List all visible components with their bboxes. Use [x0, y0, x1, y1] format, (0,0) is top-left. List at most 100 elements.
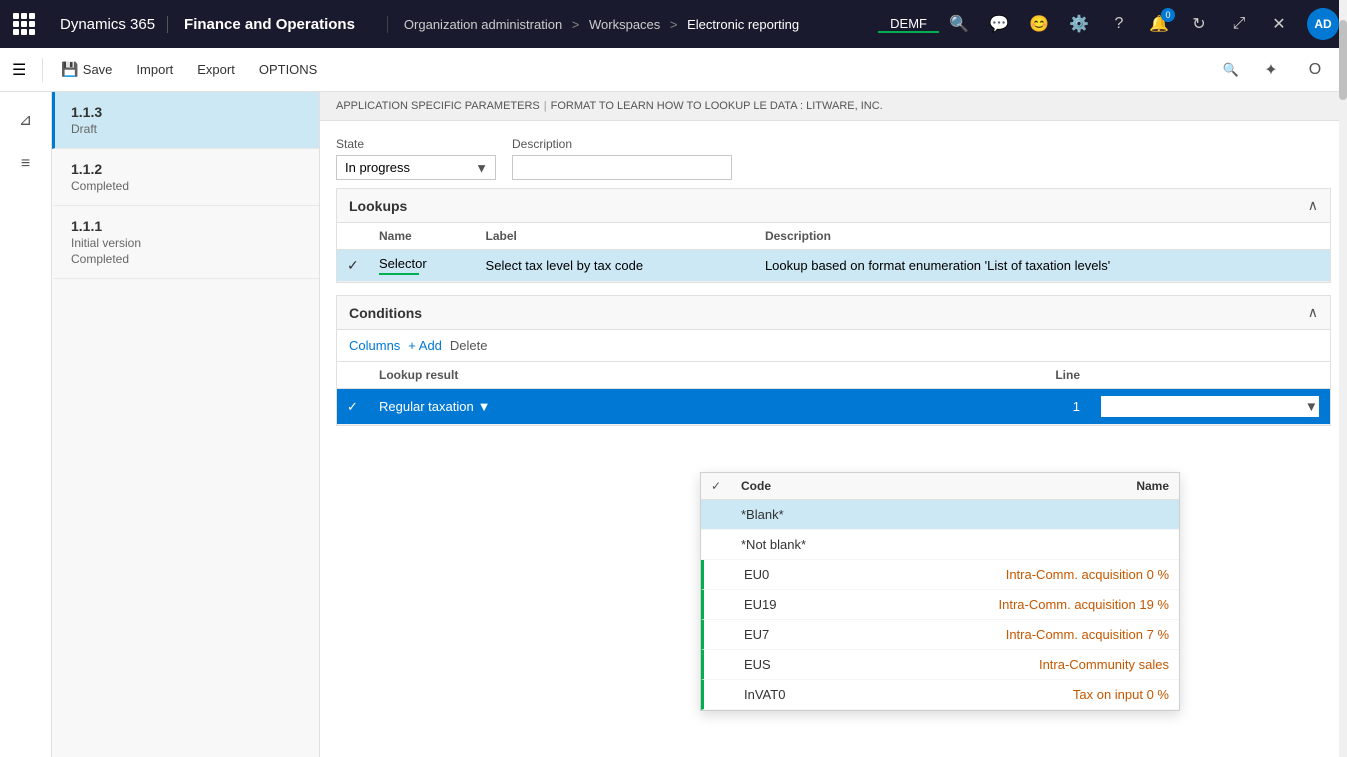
conditions-table: Lookup result Line ✓ Regular taxation: [337, 362, 1330, 425]
conditions-table-head: Lookup result Line: [337, 362, 1330, 389]
state-select[interactable]: In progress Completed: [336, 155, 496, 180]
export-button[interactable]: Export: [187, 58, 245, 81]
main-layout: ⊿ ≡ 1.1.3 Draft 1.1.2 Completed 1.1.1 In…: [0, 92, 1347, 757]
description-input[interactable]: [512, 155, 732, 180]
breadcrumb-org-admin[interactable]: Organization administration: [404, 17, 562, 32]
search-icon-btn[interactable]: 🔍: [939, 0, 979, 48]
toolbar-settings-icon[interactable]: ✦: [1251, 46, 1291, 94]
conditions-collapse-icon[interactable]: ∧: [1308, 304, 1318, 321]
expand-icon-btn[interactable]: ⤢: [1219, 0, 1259, 48]
page-breadcrumb: APPLICATION SPECIFIC PARAMETERS | FORMAT…: [320, 92, 1347, 121]
version-status-111-line1: Initial version: [71, 236, 303, 250]
dropdown-items-list: *Blank* *Not blank* EU0 Intra-Comm. acqu…: [701, 500, 1179, 710]
gear-icon-btn[interactable]: ⚙️: [1059, 0, 1099, 48]
check-mark-icon: ✓: [347, 257, 359, 273]
right-scrollbar[interactable]: [1339, 0, 1347, 757]
list-item[interactable]: EU0 Intra-Comm. acquisition 0 %: [701, 560, 1179, 590]
delete-label: Delete: [450, 338, 488, 353]
table-row[interactable]: ✓ Regular taxation ▼ 1 ▼: [337, 389, 1330, 425]
dropdown-item-code-6: InVAT0: [744, 687, 914, 702]
dropdown-item-name-4: Intra-Comm. acquisition 7 %: [914, 627, 1169, 642]
breadcrumb-part1: APPLICATION SPECIFIC PARAMETERS: [336, 100, 540, 112]
version-item-112[interactable]: 1.1.2 Completed: [52, 149, 319, 206]
lookups-section-header: Lookups ∧: [337, 189, 1330, 223]
dropdown-item-name-3: Intra-Comm. acquisition 19 %: [914, 597, 1169, 612]
notification-btn[interactable]: 🔔 0: [1139, 0, 1179, 48]
list-item[interactable]: *Blank*: [701, 500, 1179, 530]
cond-row-lookup: Regular taxation ▼: [369, 389, 1030, 425]
inline-input-wrap: ▼: [1100, 395, 1320, 418]
table-row[interactable]: ✓ Selector Select tax level by tax code …: [337, 250, 1330, 282]
dropdown-popup: ✓ Code Name *Blank* *Not blank*: [700, 472, 1180, 711]
inline-dropdown-btn[interactable]: ▼: [1305, 399, 1318, 414]
columns-button[interactable]: Columns: [349, 338, 400, 353]
environment-label: DEMF: [878, 16, 939, 33]
settings-icon-btn[interactable]: 😊: [1019, 0, 1059, 48]
columns-label: Columns: [349, 338, 400, 353]
lookups-header-row: Name Label Description: [337, 223, 1330, 250]
version-item-111[interactable]: 1.1.1 Initial version Completed: [52, 206, 319, 279]
lookups-table-body: ✓ Selector Select tax level by tax code …: [337, 250, 1330, 282]
sidebar-filter-icon[interactable]: ⊿: [6, 100, 46, 140]
version-item-113[interactable]: 1.1.3 Draft: [52, 92, 319, 149]
lookups-col-check: [337, 223, 369, 250]
cond-row-check: ✓: [337, 389, 369, 425]
comment-icon-btn[interactable]: 💬: [979, 0, 1019, 48]
hamburger-icon[interactable]: ☰: [12, 60, 26, 80]
lookups-collapse-icon[interactable]: ∧: [1308, 197, 1318, 214]
row-name-cell: Selector: [369, 250, 476, 282]
toolbar: ☰ 💾 Save Import Export OPTIONS 🔍 ✦ O: [0, 48, 1347, 92]
refresh-icon-btn[interactable]: ↻: [1179, 0, 1219, 48]
breadcrumb-workspaces[interactable]: Workspaces: [589, 17, 660, 32]
cond-row-input-cell: ▼: [1090, 389, 1330, 425]
condition-value-input[interactable]: [1100, 395, 1320, 418]
dropdown-item-code-0: *Blank*: [741, 507, 912, 522]
export-label: Export: [197, 62, 235, 77]
breadcrumb-electronic-reporting[interactable]: Electronic reporting: [687, 17, 799, 32]
avatar[interactable]: AD: [1307, 8, 1339, 40]
lookups-col-label: Label: [476, 223, 755, 250]
list-item[interactable]: EU7 Intra-Comm. acquisition 7 %: [701, 620, 1179, 650]
dropdown-header-name: Name: [912, 479, 1169, 493]
list-item[interactable]: EU19 Intra-Comm. acquisition 19 %: [701, 590, 1179, 620]
conditions-table-body: ✓ Regular taxation ▼ 1 ▼: [337, 389, 1330, 425]
delete-button[interactable]: Delete: [450, 338, 488, 353]
version-number-113: 1.1.3: [71, 104, 303, 120]
list-item[interactable]: InVAT0 Tax on input 0 %: [701, 680, 1179, 710]
sidebar-list-icon[interactable]: ≡: [6, 144, 46, 184]
dropdown-item-code-1: *Not blank*: [741, 537, 912, 552]
save-button[interactable]: 💾 Save: [51, 57, 122, 82]
row-name-text: Selector: [379, 256, 427, 271]
version-status-112: Completed: [71, 179, 303, 193]
help-icon-btn[interactable]: ?: [1099, 0, 1139, 48]
nav-right: DEMF 🔍 💬 😊 ⚙️ ? 🔔 0 ↻ ⤢ ✕ AD: [878, 0, 1347, 48]
breadcrumb-sep-bar: |: [544, 100, 547, 112]
fin-ops-label[interactable]: Finance and Operations: [167, 16, 371, 33]
conditions-section-header: Conditions ∧: [337, 296, 1330, 330]
dropdown-item-code-3: EU19: [744, 597, 914, 612]
dropdown-item-name-5: Intra-Community sales: [914, 657, 1169, 672]
options-button[interactable]: OPTIONS: [249, 58, 328, 81]
add-button[interactable]: + Add: [408, 338, 442, 353]
lookup-dropdown-icon[interactable]: ▼: [478, 399, 491, 414]
import-button[interactable]: Import: [126, 58, 183, 81]
row-desc-cell: Lookup based on format enumeration 'List…: [755, 250, 1330, 282]
dropdown-item-code-4: EU7: [744, 627, 914, 642]
form-section: State In progress Completed ▼ Descriptio…: [320, 121, 1347, 188]
version-status-113: Draft: [71, 122, 303, 136]
conditions-title: Conditions: [349, 305, 422, 321]
waffle-button[interactable]: [0, 0, 48, 48]
row-label-cell: Select tax level by tax code: [476, 250, 755, 282]
list-item[interactable]: *Not blank*: [701, 530, 1179, 560]
toolbar-office-icon[interactable]: O: [1295, 46, 1335, 94]
list-item[interactable]: EUS Intra-Community sales: [701, 650, 1179, 680]
close-icon-btn[interactable]: ✕: [1259, 0, 1299, 48]
dynamics-365-label[interactable]: Dynamics 365: [48, 16, 167, 33]
scrollbar-thumb: [1339, 20, 1347, 100]
cond-col-line: Line: [1030, 362, 1090, 389]
cond-col-check: [337, 362, 369, 389]
version-status-111-line2: Completed: [71, 252, 303, 266]
options-label: OPTIONS: [259, 62, 318, 77]
conditions-header-row: Lookup result Line: [337, 362, 1330, 389]
breadcrumb-part2: FORMAT TO LEARN HOW TO LOOKUP LE DATA : …: [551, 100, 883, 112]
